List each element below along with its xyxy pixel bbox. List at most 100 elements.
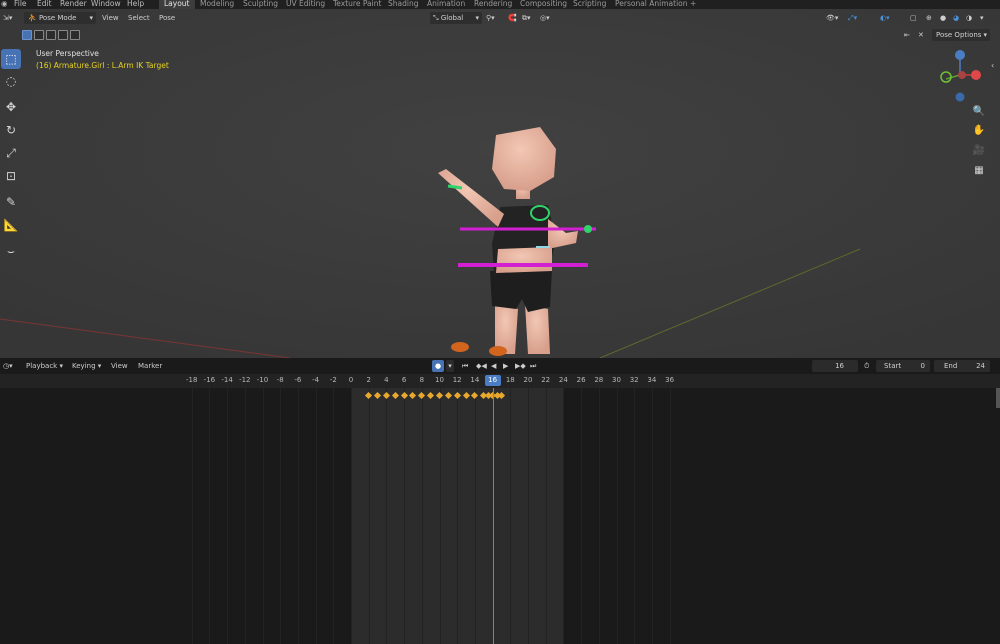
snap-icon[interactable]: 🧲 bbox=[508, 12, 517, 24]
menu-select[interactable]: Select bbox=[128, 12, 150, 24]
add-workspace-button[interactable]: + bbox=[690, 0, 696, 8]
solid-shading-icon[interactable]: ● bbox=[940, 12, 946, 24]
tab-uv-editing[interactable]: UV Editing bbox=[286, 0, 325, 8]
tab-layout[interactable]: Layout bbox=[159, 0, 195, 9]
frame-gridline bbox=[421, 388, 423, 644]
x-mirror-icon[interactable]: ✕ bbox=[918, 29, 924, 41]
tab-personal-animation[interactable]: Personal Animation bbox=[615, 0, 688, 8]
select-new-icon[interactable] bbox=[22, 30, 32, 40]
tab-shading[interactable]: Shading bbox=[388, 0, 418, 8]
playhead-frame-badge[interactable]: 16 bbox=[484, 375, 501, 386]
wireframe-shading-icon[interactable]: ⊕ bbox=[926, 12, 932, 24]
editor-type-icon[interactable]: ⇲▾ bbox=[3, 12, 12, 24]
play-icon[interactable]: ▶ bbox=[503, 360, 508, 372]
snap-options-icon[interactable]: ⧉▾ bbox=[522, 12, 531, 24]
tab-sculpting[interactable]: Sculpting bbox=[243, 0, 278, 8]
3d-viewport[interactable]: ⇲▾ ⛹ Pose Mode ▾ View Select Pose ⤡ Glob… bbox=[0, 9, 1000, 358]
start-label: Start bbox=[884, 362, 902, 370]
menu-file[interactable]: File bbox=[14, 0, 27, 8]
menu-playback[interactable]: Playback ▾ bbox=[26, 360, 63, 372]
current-frame-field[interactable]: 16 bbox=[812, 360, 858, 372]
jump-prev-keyframe-icon[interactable]: ◆◀ bbox=[476, 360, 487, 372]
measure-tool-icon[interactable]: 📐 bbox=[1, 215, 21, 235]
zoom-icon[interactable]: 🔍 bbox=[971, 104, 987, 120]
pan-hand-icon[interactable]: ✋ bbox=[971, 123, 987, 139]
menu-pose[interactable]: Pose bbox=[159, 12, 175, 24]
orientation-label: Global bbox=[440, 14, 464, 22]
end-frame-field[interactable]: End 24 bbox=[934, 360, 990, 372]
select-extend-icon[interactable] bbox=[34, 30, 44, 40]
transform-orientation-dropdown[interactable]: ⤡ Global ▾ bbox=[430, 12, 482, 24]
jump-start-icon[interactable]: ⏮ bbox=[462, 360, 468, 372]
ruler-tick: 8 bbox=[419, 376, 425, 384]
menu-render[interactable]: Render bbox=[60, 0, 87, 8]
select-intersect-icon[interactable] bbox=[58, 30, 68, 40]
menu-keying[interactable]: Keying ▾ bbox=[72, 360, 101, 372]
menu-edit[interactable]: Edit bbox=[37, 0, 52, 8]
overlays-icon[interactable]: ◐▾ bbox=[880, 12, 890, 24]
frame-gridline bbox=[209, 388, 211, 644]
tab-rendering[interactable]: Rendering bbox=[474, 0, 512, 8]
stopwatch-icon[interactable]: ⏱ bbox=[864, 360, 869, 372]
tab-animation[interactable]: Animation bbox=[427, 0, 465, 8]
annotate-tool-icon[interactable]: ✎ bbox=[1, 192, 21, 212]
blender-logo-icon[interactable]: ◉ bbox=[1, 0, 8, 8]
scale-tool-icon[interactable]: ⤢ bbox=[1, 143, 21, 163]
timeline-editor-type-icon[interactable]: ◷▾ bbox=[3, 360, 13, 372]
pose-options-dropdown[interactable]: Pose Options ▾ bbox=[932, 29, 990, 41]
proportional-editing-icon[interactable]: ◎▾ bbox=[540, 12, 550, 24]
tab-texture-paint[interactable]: Texture Paint bbox=[333, 0, 381, 8]
bone-elbow bbox=[584, 225, 592, 233]
tab-modeling[interactable]: Modeling bbox=[200, 0, 234, 8]
perspective-toggle-icon[interactable]: ▦ bbox=[971, 163, 987, 179]
timeline-scrollbar[interactable] bbox=[996, 388, 1000, 408]
transform-tool-icon[interactable]: ⊡ bbox=[1, 166, 21, 186]
relax-pose-tool-icon[interactable]: ⌣ bbox=[1, 241, 21, 261]
frame-gridline bbox=[563, 388, 565, 644]
end-label: End bbox=[944, 362, 958, 370]
tab-scripting[interactable]: Scripting bbox=[573, 0, 606, 8]
shading-options-icon[interactable]: ▾ bbox=[980, 12, 984, 24]
pivot-point-icon[interactable]: ⚲▾ bbox=[486, 12, 495, 24]
menu-view[interactable]: View bbox=[111, 360, 128, 372]
rendered-shading-icon[interactable]: ◑ bbox=[966, 12, 972, 24]
menu-window[interactable]: Window bbox=[91, 0, 121, 8]
menu-marker[interactable]: Marker bbox=[138, 360, 162, 372]
top-menu-bar: ◉ File Edit Render Window Help Layout Mo… bbox=[0, 0, 1000, 9]
chevron-down-icon[interactable]: ▾ bbox=[446, 360, 454, 372]
bone-hand-ik bbox=[447, 184, 463, 190]
gizmo-toggle-icon[interactable]: ⤢▾ bbox=[848, 12, 857, 24]
tab-compositing[interactable]: Compositing bbox=[520, 0, 567, 8]
ruler-tick: 32 bbox=[629, 376, 639, 384]
orientation-icon: ⤡ bbox=[433, 14, 439, 22]
cursor-tool-icon[interactable]: ◌ bbox=[1, 71, 21, 91]
timeline-keyframe-area[interactable] bbox=[0, 388, 1000, 644]
camera-view-icon[interactable]: 🎥 bbox=[971, 143, 987, 159]
playhead-line[interactable] bbox=[492, 388, 494, 644]
auto-keying-icon[interactable]: ● bbox=[432, 360, 444, 372]
jump-next-keyframe-icon[interactable]: ▶◆ bbox=[515, 360, 526, 372]
timeline-editor[interactable]: ◷▾ Playback ▾ Keying ▾ View Marker ● ▾ ⏮… bbox=[0, 358, 1000, 644]
select-subtract-icon[interactable] bbox=[46, 30, 56, 40]
menu-view[interactable]: View bbox=[102, 12, 119, 24]
sidebar-expand-icon[interactable]: ‹ bbox=[991, 61, 994, 70]
ruler-tick: 26 bbox=[576, 376, 586, 384]
rotate-tool-icon[interactable]: ↻ bbox=[1, 120, 21, 140]
frame-gridline bbox=[634, 388, 636, 644]
start-frame-field[interactable]: Start 0 bbox=[876, 360, 930, 372]
move-tool-icon[interactable]: ✥ bbox=[1, 97, 21, 117]
ruler-tick: 6 bbox=[401, 376, 407, 384]
jump-end-icon[interactable]: ⏭ bbox=[530, 360, 536, 372]
sidebar-toggle-icon[interactable]: ⇤ bbox=[904, 29, 910, 41]
select-invert-icon[interactable] bbox=[70, 30, 80, 40]
frame-gridline bbox=[598, 388, 600, 644]
select-box-tool-icon[interactable]: ⬚ bbox=[1, 49, 21, 69]
frame-ruler[interactable]: -18 -16 -14 -12 -10 -8 -6 -4 -2 0 2 4 6 8 10 12 14 18 20 22… bbox=[0, 374, 1000, 388]
menu-help[interactable]: Help bbox=[127, 0, 144, 8]
xray-icon[interactable]: ▢ bbox=[910, 12, 917, 24]
mode-dropdown[interactable]: ⛹ Pose Mode ▾ bbox=[24, 12, 96, 24]
viewport-header: ⇲▾ ⛹ Pose Mode ▾ View Select Pose ⤡ Glob… bbox=[0, 9, 1000, 27]
play-reverse-icon[interactable]: ◀ bbox=[491, 360, 496, 372]
view-object-types-icon[interactable]: 👁▾ bbox=[826, 12, 838, 24]
material-shading-icon[interactable]: ◕ bbox=[953, 12, 959, 24]
